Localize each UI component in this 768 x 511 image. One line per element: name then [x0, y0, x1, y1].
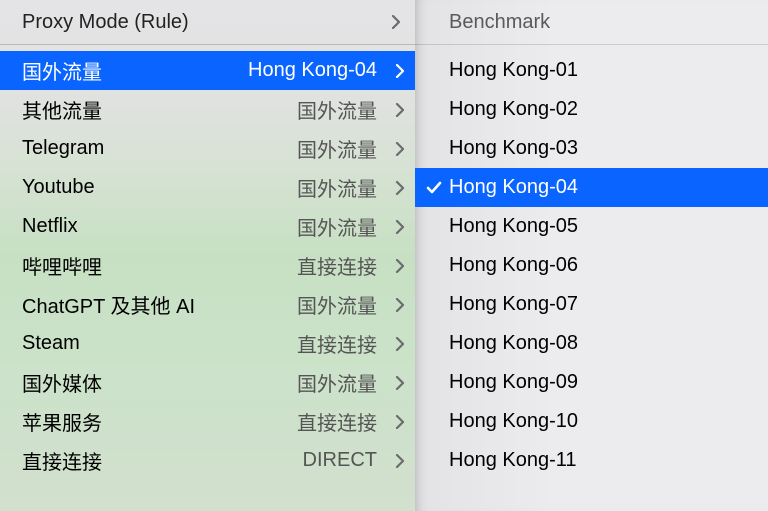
rule-name: Steam	[22, 332, 297, 355]
benchmark-header[interactable]: Benchmark	[415, 0, 768, 44]
server-item[interactable]: Hong Kong-03	[415, 129, 768, 168]
rule-name: ChatGPT 及其他 AI	[22, 290, 297, 319]
rule-value: Hong Kong-04	[248, 59, 377, 82]
benchmark-title: Benchmark	[449, 11, 550, 34]
chevron-right-icon	[387, 415, 405, 429]
rule-name: 国外媒体	[22, 368, 297, 397]
server-name: Hong Kong-02	[449, 98, 578, 121]
server-list: Hong Kong-01 Hong Kong-02 Hong Kong-03 Hong…	[415, 51, 768, 480]
rule-value: 直接连接	[297, 407, 377, 436]
rule-value: 国外流量	[297, 95, 377, 124]
rule-value: 国外流量	[297, 212, 377, 241]
rule-item[interactable]: ChatGPT 及其他 AI国外流量	[0, 285, 415, 324]
chevron-right-icon	[387, 337, 405, 351]
chevron-right-icon	[387, 454, 405, 468]
server-item[interactable]: Hong Kong-11	[415, 441, 768, 480]
rule-value: 国外流量	[297, 368, 377, 397]
rule-item[interactable]: 国外流量Hong Kong-04	[0, 51, 415, 90]
rule-name: 直接连接	[22, 446, 303, 475]
server-name: Hong Kong-11	[449, 449, 577, 472]
divider	[0, 44, 415, 45]
server-name: Hong Kong-06	[449, 254, 578, 277]
chevron-right-icon	[387, 64, 405, 78]
rule-name: Telegram	[22, 137, 297, 160]
rule-item[interactable]: Youtube国外流量	[0, 168, 415, 207]
rule-value: 国外流量	[297, 134, 377, 163]
rule-value: 国外流量	[297, 290, 377, 319]
server-name: Hong Kong-01	[449, 59, 578, 82]
check-icon	[425, 179, 443, 197]
proxy-mode-title: Proxy Mode (Rule)	[22, 11, 391, 34]
server-name: Hong Kong-10	[449, 410, 578, 433]
rule-item[interactable]: 其他流量国外流量	[0, 90, 415, 129]
server-item[interactable]: Hong Kong-09	[415, 363, 768, 402]
rule-name: 苹果服务	[22, 407, 297, 436]
server-item[interactable]: Hong Kong-06	[415, 246, 768, 285]
rule-name: 其他流量	[22, 95, 297, 124]
server-name: Hong Kong-08	[449, 332, 578, 355]
server-name: Hong Kong-07	[449, 293, 578, 316]
server-item[interactable]: Hong Kong-10	[415, 402, 768, 441]
server-item[interactable]: Hong Kong-01	[415, 51, 768, 90]
chevron-right-icon	[387, 220, 405, 234]
server-item[interactable]: Hong Kong-05	[415, 207, 768, 246]
server-name: Hong Kong-04	[449, 176, 578, 199]
chevron-right-icon	[387, 103, 405, 117]
chevron-right-icon	[387, 298, 405, 312]
rule-list: 国外流量Hong Kong-04其他流量国外流量Telegram国外流量Yout…	[0, 51, 415, 480]
server-name: Hong Kong-03	[449, 137, 578, 160]
chevron-right-icon	[391, 15, 405, 29]
chevron-right-icon	[387, 142, 405, 156]
rule-item[interactable]: Steam直接连接	[0, 324, 415, 363]
chevron-right-icon	[387, 259, 405, 273]
server-name: Hong Kong-05	[449, 215, 578, 238]
rule-name: Youtube	[22, 176, 297, 199]
rule-name: Netflix	[22, 215, 297, 238]
rule-item[interactable]: 国外媒体国外流量	[0, 363, 415, 402]
server-item[interactable]: Hong Kong-04	[415, 168, 768, 207]
chevron-right-icon	[387, 181, 405, 195]
rule-name: 国外流量	[22, 56, 248, 85]
rules-panel: Proxy Mode (Rule) 国外流量Hong Kong-04其他流量国外…	[0, 0, 415, 511]
server-name: Hong Kong-09	[449, 371, 578, 394]
server-item[interactable]: Hong Kong-02	[415, 90, 768, 129]
rule-name: 哔哩哔哩	[22, 251, 297, 280]
rule-item[interactable]: Netflix国外流量	[0, 207, 415, 246]
rule-value: 国外流量	[297, 173, 377, 202]
server-item[interactable]: Hong Kong-07	[415, 285, 768, 324]
chevron-right-icon	[387, 376, 405, 390]
servers-panel: Benchmark Hong Kong-01Hong Kong-02Hong K…	[415, 0, 768, 511]
rule-value: 直接连接	[297, 329, 377, 358]
rule-value: 直接连接	[297, 251, 377, 280]
rule-item[interactable]: Telegram国外流量	[0, 129, 415, 168]
rule-item[interactable]: 哔哩哔哩直接连接	[0, 246, 415, 285]
rule-item[interactable]: 苹果服务直接连接	[0, 402, 415, 441]
proxy-mode-header[interactable]: Proxy Mode (Rule)	[0, 0, 415, 44]
divider	[415, 44, 768, 45]
rule-value: DIRECT	[303, 449, 377, 472]
server-item[interactable]: Hong Kong-08	[415, 324, 768, 363]
rule-item[interactable]: 直接连接DIRECT	[0, 441, 415, 480]
